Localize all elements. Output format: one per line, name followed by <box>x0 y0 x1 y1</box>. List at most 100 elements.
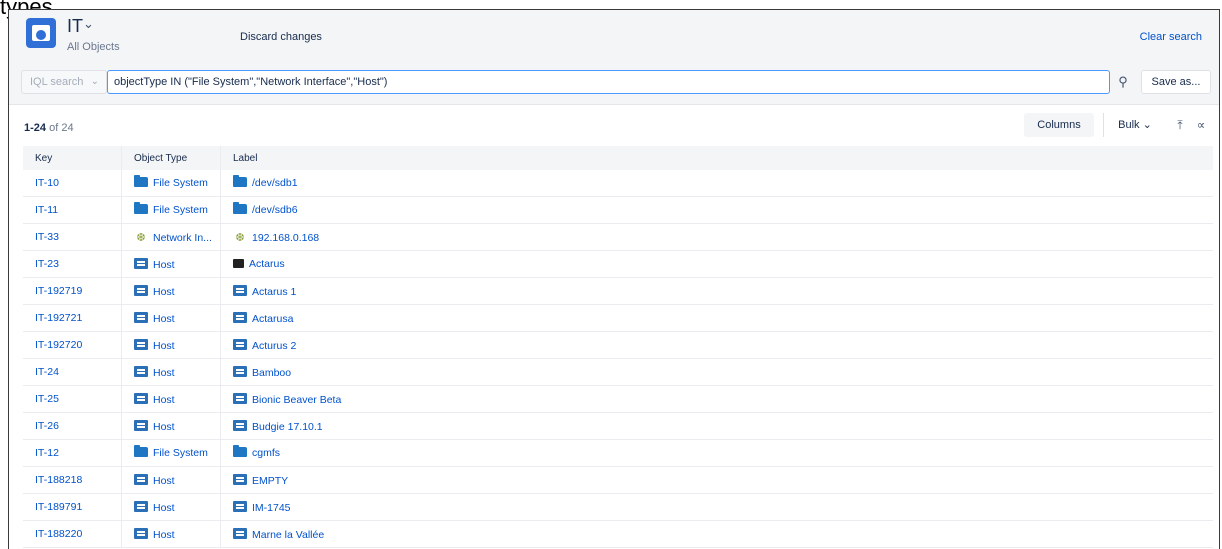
object-label-link[interactable]: Actarusa <box>220 304 1213 332</box>
host-icon <box>233 284 247 296</box>
object-label-text: Bionic Beaver Beta <box>252 393 342 406</box>
result-total: of 24 <box>49 122 74 134</box>
object-label-text: /dev/sdb6 <box>252 204 298 216</box>
object-type-cell[interactable]: Host <box>121 466 221 494</box>
object-label-text: Acturus 2 <box>252 339 297 352</box>
table-row[interactable]: IT-12 File System cgmfs <box>23 439 1213 467</box>
object-type-cell[interactable]: File System <box>121 439 221 467</box>
object-key-link[interactable]: IT-24 <box>23 358 122 386</box>
table-row[interactable]: IT-188218 Host EMPTY <box>23 466 1213 494</box>
object-type-label: Host <box>153 501 175 514</box>
object-key-link[interactable]: IT-10 <box>23 170 122 197</box>
object-label-link[interactable]: IM-1745 <box>220 493 1213 521</box>
table-row[interactable]: IT-10 File System/dev/sdb1 <box>23 170 1213 197</box>
object-type-cell[interactable]: Host <box>121 520 221 548</box>
object-label-link[interactable]: Actarus <box>220 250 1213 278</box>
object-key-link[interactable]: IT-33 <box>23 223 122 251</box>
object-label-link[interactable]: Bionic Beaver Beta <box>220 385 1213 413</box>
object-key-link[interactable]: IT-12 <box>23 439 122 467</box>
table-row[interactable]: IT-33 ❆ Network In... ❆ 192.168.0.168 <box>23 223 1213 251</box>
object-type-cell[interactable]: Host <box>121 277 221 305</box>
object-key-link[interactable]: IT-26 <box>23 412 122 440</box>
object-type-label: Host <box>153 258 175 271</box>
object-label-link[interactable]: Acturus 2 <box>220 331 1213 359</box>
object-type-label: File System <box>153 177 208 189</box>
iql-query-input[interactable] <box>107 70 1110 94</box>
object-label-link[interactable]: Actarus 1 <box>220 277 1213 305</box>
search-mode-label: IQL search <box>30 76 84 88</box>
folder-icon <box>134 445 148 457</box>
export-icon[interactable]: ⤒ <box>1172 113 1188 137</box>
object-key-link[interactable]: IT-188220 <box>23 520 122 548</box>
columns-button[interactable]: Columns <box>1024 113 1094 137</box>
object-type-cell[interactable]: Host <box>121 412 221 440</box>
object-label-text: Actarus <box>249 258 285 270</box>
object-label-link[interactable]: EMPTY <box>220 466 1213 494</box>
host-icon <box>233 365 247 377</box>
save-as-button[interactable]: Save as... <box>1141 70 1211 94</box>
chevron-down-icon: ⌄ <box>1142 119 1152 131</box>
table-row[interactable]: IT-24 Host Bamboo <box>23 358 1213 386</box>
object-type-cell[interactable]: Host <box>121 358 221 386</box>
object-key-link[interactable]: IT-189791 <box>23 493 122 521</box>
bulk-button[interactable]: Bulk ⌄ <box>1103 113 1166 137</box>
object-label-text: Actarus 1 <box>252 285 297 298</box>
host-icon <box>134 257 148 269</box>
object-type-cell[interactable]: Host <box>121 385 221 413</box>
object-key-link[interactable]: IT-25 <box>23 385 122 413</box>
object-key-link[interactable]: IT-192720 <box>23 331 122 359</box>
object-type-label: Host <box>153 339 175 352</box>
object-key-link[interactable]: IT-11 <box>23 196 122 224</box>
table-row[interactable]: IT-189791 Host IM-1745 <box>23 493 1213 521</box>
host-icon <box>134 311 148 323</box>
object-type-cell[interactable]: Host <box>121 493 221 521</box>
search-icon[interactable]: ⚲ <box>1112 70 1134 94</box>
chevron-down-icon: ⌄ <box>90 76 99 87</box>
host-icon <box>134 500 148 512</box>
object-type-cell[interactable]: Host <box>121 304 221 332</box>
object-label-link[interactable]: Marne la Vallée <box>220 520 1213 548</box>
table-row[interactable]: IT-23 Host Actarus <box>23 250 1213 278</box>
object-label-link[interactable]: /dev/sdb1 <box>220 170 1213 197</box>
object-key-link[interactable]: IT-192719 <box>23 277 122 305</box>
object-type-cell[interactable]: ❆ Network In... <box>121 223 221 251</box>
clear-search-link[interactable]: Clear search <box>1140 31 1202 43</box>
object-key-link[interactable]: IT-188218 <box>23 466 122 494</box>
discard-changes-button[interactable]: Discard changes <box>240 31 322 43</box>
schema-icon[interactable] <box>26 18 56 48</box>
object-label-link[interactable]: Budgie 17.10.1 <box>220 412 1213 440</box>
table-row[interactable]: IT-11 File System/dev/sdb6 <box>23 196 1213 224</box>
object-label-link[interactable]: ❆ 192.168.0.168 <box>220 223 1213 251</box>
object-label-link[interactable]: Bamboo <box>220 358 1213 386</box>
object-type-label: Host <box>153 474 175 487</box>
object-type-cell[interactable]: File System <box>121 170 221 197</box>
object-label-link[interactable]: /dev/sdb6 <box>220 196 1213 224</box>
table-row[interactable]: IT-188220 Host Marne la Vallée <box>23 520 1213 548</box>
bulk-label: Bulk <box>1118 119 1140 131</box>
object-type-label: Host <box>153 312 175 325</box>
share-icon[interactable]: ∝ <box>1192 113 1210 137</box>
table-row[interactable]: IT-192721 Host Actarusa <box>23 304 1213 332</box>
host-icon <box>233 500 247 512</box>
object-label-link[interactable]: cgmfs <box>220 439 1213 467</box>
column-header-object-type[interactable]: Object Type <box>121 146 221 170</box>
object-key-link[interactable]: IT-192721 <box>23 304 122 332</box>
column-header-label[interactable]: Label <box>220 146 1213 170</box>
object-label-text: Actarusa <box>252 312 294 325</box>
search-mode-select[interactable]: IQL search ⌄ <box>21 70 107 94</box>
object-key-link[interactable]: IT-23 <box>23 250 122 278</box>
header-bar: IT ⌄ All Objects Discard changes Clear s… <box>9 10 1219 66</box>
object-type-cell[interactable]: Host <box>121 331 221 359</box>
table-row[interactable]: IT-25 Host Bionic Beaver Beta <box>23 385 1213 413</box>
object-label-text: /dev/sdb1 <box>252 177 298 189</box>
object-type-cell[interactable]: File System <box>121 196 221 224</box>
chevron-down-icon[interactable]: ⌄ <box>83 16 94 32</box>
table-row[interactable]: IT-192719 Host Actarus 1 <box>23 277 1213 305</box>
network-icon: ❆ <box>136 231 146 244</box>
table-row[interactable]: IT-192720 Host Acturus 2 <box>23 331 1213 359</box>
column-header-key[interactable]: Key <box>23 146 122 170</box>
schema-name[interactable]: IT <box>67 16 83 37</box>
table-row[interactable]: IT-26 Host Budgie 17.10.1 <box>23 412 1213 440</box>
object-type-cell[interactable]: Host <box>121 250 221 278</box>
object-label-text: EMPTY <box>252 474 289 487</box>
